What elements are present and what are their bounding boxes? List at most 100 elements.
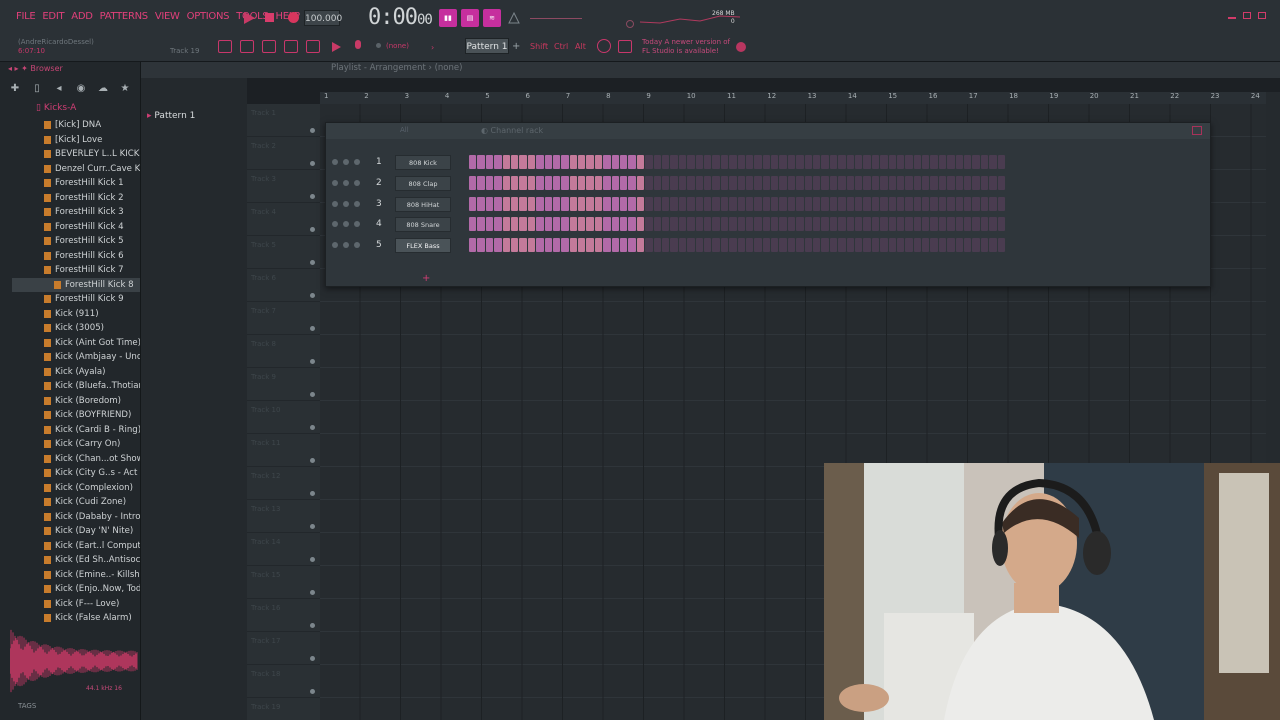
track-mute-led[interactable] [310, 392, 315, 397]
track-header[interactable]: Track 1 [247, 104, 320, 137]
step-button[interactable] [670, 175, 678, 190]
step-button[interactable] [519, 217, 527, 232]
step-button[interactable] [947, 217, 955, 232]
step-button[interactable] [863, 217, 871, 232]
step-button[interactable] [947, 155, 955, 169]
master-pitch-knob[interactable] [626, 20, 634, 28]
step-button[interactable] [578, 155, 586, 169]
browser-file-item[interactable]: ForestHill Kick 2 [44, 191, 140, 206]
channel-number[interactable]: 4 [376, 219, 382, 229]
step-button[interactable] [972, 238, 980, 253]
step-button[interactable] [469, 175, 477, 190]
browser-file-item[interactable]: Kick (Ambjaay - Uno) [44, 350, 140, 365]
step-button[interactable] [611, 155, 620, 169]
browser-file-item[interactable]: Kick (Day 'N' Nite) [44, 524, 140, 539]
browser-file-item[interactable]: [Kick] DNA [44, 118, 140, 133]
channel-pan-knob[interactable] [343, 221, 349, 228]
step-button[interactable] [620, 238, 628, 253]
menu-file[interactable]: FILE [16, 11, 36, 22]
step-button[interactable] [594, 238, 603, 253]
star-icon[interactable]: ★ [118, 82, 132, 96]
step-button[interactable] [754, 155, 762, 169]
step-button[interactable] [787, 175, 796, 190]
step-button[interactable] [938, 217, 947, 232]
step-button[interactable] [771, 155, 779, 169]
update-icon[interactable] [736, 42, 746, 52]
step-button[interactable] [821, 238, 829, 253]
step-button[interactable] [477, 217, 485, 232]
step-button[interactable] [922, 217, 930, 232]
step-button[interactable] [636, 175, 645, 190]
play-icon[interactable] [330, 41, 342, 53]
step-button[interactable] [620, 217, 628, 232]
step-button[interactable] [502, 238, 510, 253]
step-button[interactable] [930, 217, 938, 232]
add-channel-plus-icon[interactable]: + [422, 273, 430, 284]
step-button[interactable] [938, 196, 947, 211]
step-button[interactable] [569, 196, 578, 211]
step-button[interactable] [754, 238, 762, 253]
browser-file-item[interactable]: Kick (BOYFRIEND) [44, 408, 140, 423]
browser-file-item[interactable]: ForestHill Kick 6 [44, 249, 140, 264]
track-header[interactable]: Track 5 [247, 236, 320, 269]
step-button[interactable] [661, 238, 670, 253]
pattern-selector[interactable]: Pattern 1 [465, 38, 509, 54]
step-button[interactable] [712, 196, 720, 211]
step-button[interactable] [737, 238, 745, 253]
close-icon[interactable] [1258, 12, 1266, 19]
channel-name-button[interactable]: 808 HiHat [395, 196, 451, 212]
step-button[interactable] [569, 217, 578, 232]
step-button[interactable] [846, 175, 854, 190]
browser-file-item[interactable]: Kick (3005) [44, 321, 140, 336]
channel-mute-led[interactable] [332, 221, 338, 228]
step-button[interactable] [880, 175, 888, 190]
add-pattern-plus-icon[interactable]: + [512, 41, 520, 52]
browser-file-item[interactable]: Kick (Enjo..Now, Today) [44, 582, 140, 597]
step-button[interactable] [653, 217, 661, 232]
track-header[interactable]: Track 18 [247, 665, 320, 698]
track-mute-led[interactable] [310, 458, 315, 463]
step-button[interactable] [787, 196, 796, 211]
step-button[interactable] [485, 217, 494, 232]
step-button[interactable] [544, 217, 552, 232]
step-button[interactable] [536, 175, 544, 190]
step-button[interactable] [754, 175, 762, 190]
step-button[interactable] [636, 196, 645, 211]
shift-key[interactable]: Shift [530, 42, 548, 51]
step-button[interactable] [854, 196, 863, 211]
step-button[interactable] [544, 175, 552, 190]
step-button[interactable] [871, 155, 880, 169]
channel-volume-knob[interactable] [354, 179, 360, 186]
step-button[interactable] [510, 196, 519, 211]
microphone-icon[interactable] [352, 39, 364, 54]
step-button[interactable] [896, 196, 905, 211]
step-button[interactable] [729, 175, 737, 190]
step-button[interactable] [762, 238, 771, 253]
step-button[interactable] [972, 175, 980, 190]
track-mute-led[interactable] [310, 689, 315, 694]
step-button[interactable] [913, 217, 922, 232]
step-button[interactable] [829, 175, 838, 190]
step-button[interactable] [687, 238, 695, 253]
step-button[interactable] [964, 196, 972, 211]
step-button[interactable] [510, 238, 519, 253]
step-button[interactable] [745, 217, 754, 232]
step-button[interactable] [863, 238, 871, 253]
browser-file-item[interactable]: Kick (Eart..l Computer) [44, 539, 140, 554]
step-button[interactable] [821, 175, 829, 190]
step-button[interactable] [997, 175, 1005, 190]
step-button[interactable] [510, 217, 519, 232]
browser-file-item[interactable]: ForestHill Kick 7 [44, 263, 140, 278]
step-button[interactable] [955, 175, 964, 190]
step-button[interactable] [854, 155, 863, 169]
step-button[interactable] [620, 196, 628, 211]
channel-name-button[interactable]: 808 Snare [395, 217, 451, 233]
step-button[interactable] [880, 217, 888, 232]
step-button[interactable] [561, 196, 569, 211]
browser-file-item[interactable]: Kick (Bluefa..Thotiana) [44, 379, 140, 394]
step-button[interactable] [905, 196, 913, 211]
step-button[interactable] [955, 238, 964, 253]
step-button[interactable] [469, 238, 477, 253]
step-button[interactable] [519, 155, 527, 169]
step-button[interactable] [603, 238, 611, 253]
